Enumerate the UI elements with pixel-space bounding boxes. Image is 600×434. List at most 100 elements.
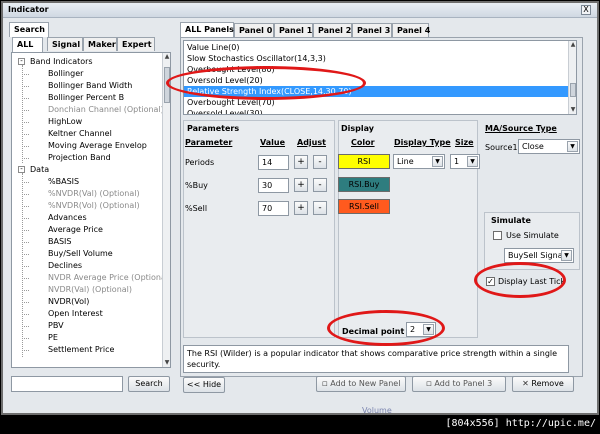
list-scrollbar[interactable]: ▲ ▼ <box>568 41 576 114</box>
parameter-name: Periods <box>185 158 215 167</box>
tree-item[interactable]: NVDR(Val) (Optional) <box>48 284 132 296</box>
color-swatch-button[interactable]: RSI.Buy <box>338 177 390 192</box>
use-simulate-label: Use Simulate <box>506 231 559 240</box>
annotation-ellipse <box>166 66 366 100</box>
tab-search[interactable]: Search <box>9 22 49 37</box>
tree-connector <box>22 206 29 207</box>
decrement-button[interactable]: - <box>313 178 327 192</box>
tree-connector <box>22 74 29 75</box>
add-panel-icon: ▫ <box>425 379 432 389</box>
panel-tab-0[interactable]: ALL Panels <box>180 22 234 37</box>
tree-item[interactable]: Buy/Sell Volume <box>48 248 113 260</box>
parameter-column-header: Parameter <box>185 138 233 147</box>
tree-group[interactable]: Band Indicators <box>30 56 93 68</box>
parameter-value-input[interactable]: 14 <box>258 155 289 170</box>
collapse-icon[interactable]: - <box>18 58 25 65</box>
tree-item[interactable]: Moving Average Envelop <box>48 140 147 152</box>
parameter-value-input[interactable]: 70 <box>258 201 289 216</box>
add-to-panel-3-label: Add to Panel 3 <box>434 379 493 388</box>
tree-item[interactable]: Projection Band <box>48 152 111 164</box>
tree-item[interactable]: Bollinger Percent B <box>48 92 124 104</box>
tree-item[interactable]: PBV <box>48 320 64 332</box>
tree-item[interactable]: HighLow <box>48 116 82 128</box>
source-select[interactable]: Close ▼ <box>518 139 580 154</box>
increment-button[interactable]: + <box>294 155 308 169</box>
signal-select[interactable]: BuySell Signal ▼ <box>504 248 574 263</box>
tree-item[interactable]: Bollinger <box>48 68 83 80</box>
color-swatch-button[interactable]: RSI.Sell <box>338 199 390 214</box>
tree-connector <box>22 134 29 135</box>
tree-item[interactable]: PE <box>48 332 58 344</box>
tree-group[interactable]: Data <box>30 164 49 176</box>
increment-button[interactable]: + <box>294 178 308 192</box>
increment-button[interactable]: + <box>294 201 308 215</box>
tree-connector <box>22 290 29 291</box>
display-type-select[interactable]: Line ▼ <box>393 154 445 169</box>
hide-button[interactable]: << Hide <box>183 377 225 393</box>
tree-item[interactable]: Bollinger Band Width <box>48 80 132 92</box>
search-button[interactable]: Search <box>128 376 170 392</box>
tree-item[interactable]: %NVDR(Val) (Optional) <box>48 188 140 200</box>
scroll-up-icon[interactable]: ▲ <box>569 41 576 49</box>
remove-button[interactable]: ✕ Remove <box>512 376 574 392</box>
tree-item[interactable]: %NVDR(Vol) (Optional) <box>48 200 140 212</box>
tree-item[interactable]: Declines <box>48 260 82 272</box>
background-volume-label: Volume <box>362 406 392 415</box>
size-value: 1 <box>454 157 460 166</box>
panel-tab-1[interactable]: Panel 0 <box>234 23 274 37</box>
decrement-button[interactable]: - <box>313 201 327 215</box>
decrement-button[interactable]: - <box>313 155 327 169</box>
scroll-up-icon[interactable]: ▲ <box>163 53 170 61</box>
tree-item[interactable]: Advances <box>48 212 87 224</box>
left-tab-maker[interactable]: Maker <box>83 37 117 51</box>
parameter-name: %Sell <box>185 204 208 213</box>
color-swatch-button[interactable]: RSI <box>338 154 390 169</box>
tree-connector <box>22 350 29 351</box>
tree-item[interactable]: Open Interest <box>48 308 103 320</box>
scroll-down-icon[interactable]: ▼ <box>569 106 576 114</box>
status-strip: Volume [804x556] http://upic.me/ <box>0 406 600 434</box>
indicator-list-item[interactable]: Oversold Level(30) <box>187 108 567 114</box>
tree-item[interactable]: Donchian Channel (Optional) <box>48 104 164 116</box>
display-group <box>338 120 478 338</box>
value-column-header: Value <box>260 138 286 147</box>
collapse-icon[interactable]: - <box>18 166 25 173</box>
tree-item[interactable]: BASIS <box>48 236 71 248</box>
tree-connector <box>22 158 29 159</box>
panel-tab-2[interactable]: Panel 1 <box>274 23 313 37</box>
title-bar: Indicator X <box>3 3 597 18</box>
left-tab-signal[interactable]: Signal <box>47 37 83 51</box>
add-to-panel-3-button[interactable]: ▫ Add to Panel 3 <box>412 376 506 392</box>
search-input[interactable] <box>11 376 123 392</box>
parameter-value-input[interactable]: 30 <box>258 178 289 193</box>
tree-item[interactable]: Settlement Price <box>48 344 114 356</box>
tree-item[interactable]: NVDR Average Price (Optional) <box>48 272 170 284</box>
scroll-thumb[interactable] <box>570 83 576 97</box>
add-to-new-panel-label: Add to New Panel <box>330 379 401 388</box>
size-select[interactable]: 1 ▼ <box>450 154 480 169</box>
tree-item[interactable]: Average Price <box>48 224 103 236</box>
left-tab-all[interactable]: ALL <box>12 37 43 52</box>
close-icon[interactable]: X <box>581 5 591 15</box>
tree-item[interactable]: NVDR(Vol) <box>48 296 89 308</box>
tree-item[interactable]: Keltner Channel <box>48 128 112 140</box>
parameters-title: Parameters <box>187 124 240 133</box>
tree-scrollbar[interactable]: ▲ ▼ <box>162 53 170 367</box>
use-simulate-checkbox[interactable] <box>493 231 502 240</box>
panel-tab-4[interactable]: Panel 3 <box>352 23 392 37</box>
left-tab-expert[interactable]: Expert <box>117 37 155 51</box>
size-column-header: Size <box>455 138 474 147</box>
chevron-down-icon: ▼ <box>567 141 578 152</box>
remove-icon: ✕ <box>522 379 529 388</box>
panel-tab-5[interactable]: Panel 4 <box>392 23 430 37</box>
scroll-down-icon[interactable]: ▼ <box>163 359 170 367</box>
indicator-list-item[interactable]: Slow Stochastics Oscillator(14,3,3) <box>187 53 567 64</box>
chevron-down-icon: ▼ <box>467 156 478 167</box>
parameter-name: %Buy <box>185 181 208 190</box>
panel-tab-3[interactable]: Panel 2 <box>313 23 352 37</box>
tree-item[interactable]: %BASIS <box>48 176 79 188</box>
tree-connector <box>22 98 29 99</box>
add-to-new-panel-button[interactable]: ▫ Add to New Panel <box>316 376 406 392</box>
tree-connector <box>22 110 29 111</box>
indicator-list-item[interactable]: Value Line(0) <box>187 42 567 53</box>
